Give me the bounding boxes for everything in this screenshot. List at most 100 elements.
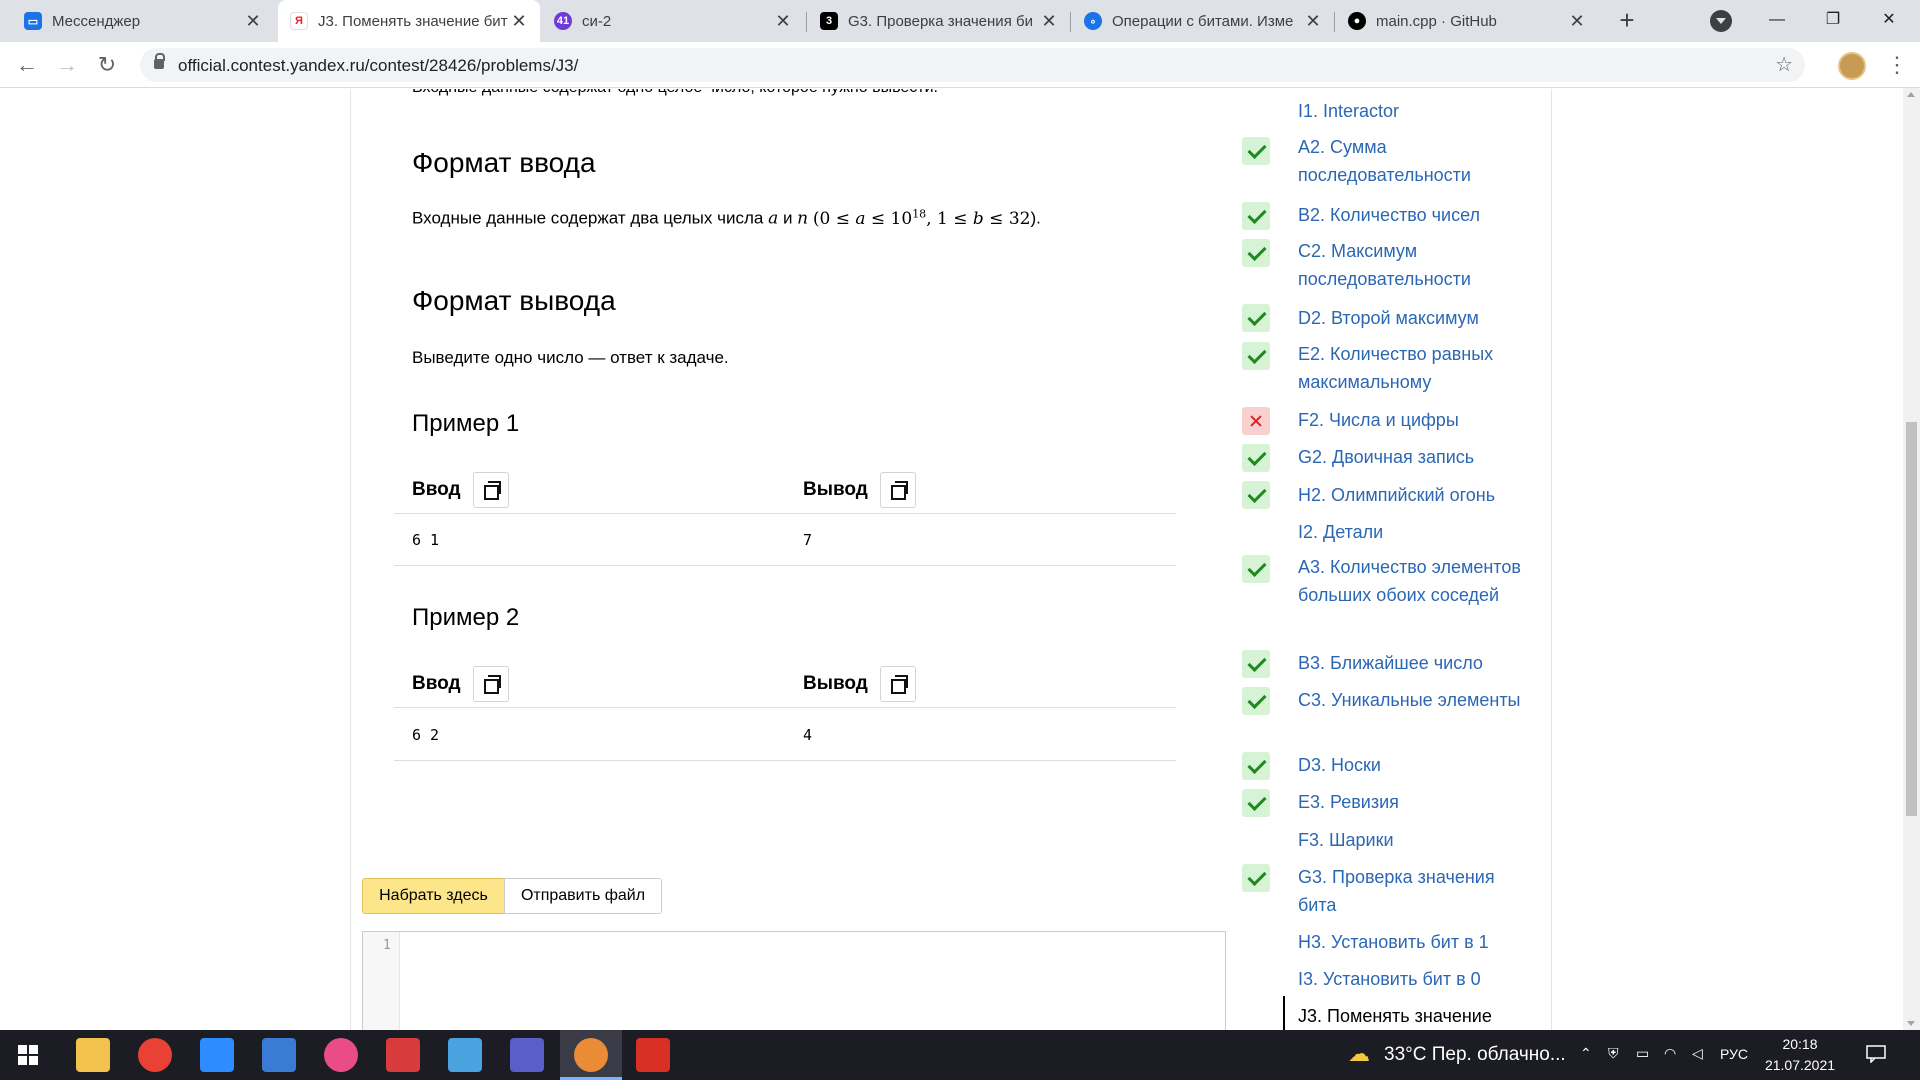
example-2-input-header: Ввод xyxy=(412,666,509,702)
example-2-output: 4 xyxy=(803,726,813,744)
example-1-input-header: Ввод xyxy=(412,472,509,508)
weather-icon[interactable]: ☁ xyxy=(1348,1041,1370,1067)
scroll-up-arrow-icon[interactable] xyxy=(1907,92,1915,97)
tray-chevron-icon[interactable]: ⌃ xyxy=(1580,1045,1592,1062)
volume-icon[interactable]: ◁ xyxy=(1692,1045,1703,1062)
address-bar[interactable]: official.contest.yandex.ru/contest/28426… xyxy=(140,48,1805,82)
photos-icon[interactable] xyxy=(448,1038,482,1072)
close-window-button[interactable]: ✕ xyxy=(1866,4,1912,36)
input-format-text: Входные данные содержат два целых числа … xyxy=(412,207,1041,229)
copy-icon[interactable] xyxy=(472,472,509,508)
accepted-check-icon xyxy=(1242,444,1270,472)
restore-window-button[interactable]: ❐ xyxy=(1810,4,1856,36)
forward-arrow-icon[interactable]: → xyxy=(52,50,82,80)
failed-cross-icon xyxy=(1242,407,1270,435)
profile-avatar[interactable] xyxy=(1838,52,1866,80)
statement-tail-text: Входные данные содержат одно целое число… xyxy=(412,89,938,97)
tab-separator xyxy=(1334,12,1335,32)
browser-toolbar: ← → ↻ official.contest.yandex.ru/contest… xyxy=(0,42,1920,88)
site-icon: ∘ xyxy=(1084,12,1102,30)
tab-separator xyxy=(806,12,807,32)
accepted-check-icon xyxy=(1242,650,1270,678)
accepted-check-icon xyxy=(1242,137,1270,165)
tab-messenger[interactable]: ▭ Мессенджер ✕ xyxy=(12,0,274,42)
tab-g3-check-bit[interactable]: 3 G3. Проверка значения би ✕ xyxy=(808,0,1070,42)
close-tab-icon[interactable]: ✕ xyxy=(774,11,792,32)
bookmark-star-icon[interactable]: ☆ xyxy=(1775,52,1793,77)
security-icon[interactable]: ⛨ xyxy=(1608,1045,1619,1062)
example-2-title: Пример 2 xyxy=(412,604,520,631)
app-grid-icon[interactable] xyxy=(636,1038,670,1072)
browser-menu-icon[interactable]: ⋮ xyxy=(1886,52,1908,80)
close-tab-icon[interactable]: ✕ xyxy=(1568,11,1586,32)
browser-tab-strip: ▭ Мессенджер ✕ Я J3. Поменять значение б… xyxy=(0,0,1920,42)
notification-badge-icon: 41 xyxy=(554,12,572,30)
language-indicator[interactable]: РУС xyxy=(1720,1046,1748,1062)
divider xyxy=(394,707,1176,708)
copy-icon[interactable] xyxy=(879,472,916,508)
close-tab-icon[interactable]: ✕ xyxy=(1304,11,1322,32)
accepted-check-icon xyxy=(1242,481,1270,509)
file-explorer-icon[interactable] xyxy=(76,1038,110,1072)
type-here-button[interactable]: Набрать здесь xyxy=(362,878,505,914)
mail-icon[interactable] xyxy=(386,1038,420,1072)
copy-icon[interactable] xyxy=(879,666,916,702)
itunes-icon[interactable] xyxy=(324,1038,358,1072)
example-2-input: 6 2 xyxy=(412,726,440,744)
close-tab-icon[interactable]: ✕ xyxy=(1040,11,1058,32)
output-format-text: Выведите одно число — ответ к задаче. xyxy=(412,348,729,367)
messenger-icon: ▭ xyxy=(24,12,42,30)
zoom-icon[interactable] xyxy=(200,1038,234,1072)
accepted-check-icon xyxy=(1242,687,1270,715)
send-file-button[interactable]: Отправить файл xyxy=(504,878,662,914)
tab-search-icon[interactable] xyxy=(1710,10,1732,32)
battery-icon[interactable]: ▭ xyxy=(1636,1045,1649,1062)
windows-start-icon[interactable] xyxy=(18,1045,38,1065)
example-1-title: Пример 1 xyxy=(412,410,520,437)
url-text[interactable]: official.contest.yandex.ru/contest/28426… xyxy=(178,56,578,76)
accepted-check-icon xyxy=(1242,342,1270,370)
minimize-window-button[interactable]: — xyxy=(1754,4,1800,36)
content-border-right xyxy=(1551,89,1552,1030)
notifications-icon[interactable] xyxy=(1866,1045,1886,1063)
tab-current-problem[interactable]: Я J3. Поменять значение бит ✕ xyxy=(278,0,540,42)
new-tab-button[interactable]: + xyxy=(1612,6,1642,36)
constraint-formula: (0 ≤ a ≤ 1018, 1 ≤ b ≤ 32 xyxy=(812,207,1031,229)
line-number: 1 xyxy=(383,938,391,953)
system-clock[interactable]: 20:18 21.07.2021 xyxy=(1760,1034,1840,1076)
reload-icon[interactable]: ↻ xyxy=(92,50,122,80)
chrome-profile-icon[interactable] xyxy=(574,1038,608,1072)
example-1-input: 6 1 xyxy=(412,531,440,549)
calculator-icon[interactable] xyxy=(262,1038,296,1072)
scrollbar-thumb[interactable] xyxy=(1906,422,1917,816)
scroll-down-arrow-icon[interactable] xyxy=(1907,1021,1915,1026)
accepted-check-icon xyxy=(1242,239,1270,267)
lock-icon[interactable] xyxy=(154,53,165,69)
divider xyxy=(394,760,1176,761)
accepted-check-icon xyxy=(1242,789,1270,817)
wifi-icon[interactable]: ◠ xyxy=(1664,1045,1676,1062)
yandex-icon: Я xyxy=(290,12,308,30)
page-scrollbar[interactable] xyxy=(1903,88,1920,1030)
example-2-output-header: Вывод xyxy=(803,666,916,702)
taskbar-active-app[interactable] xyxy=(560,1030,622,1080)
tab-github-main-cpp[interactable]: ● main.cpp · GitHub ✕ xyxy=(1336,0,1598,42)
accepted-check-icon xyxy=(1242,555,1270,583)
input-format-heading: Формат ввода xyxy=(412,147,596,178)
code-editor[interactable]: 1 xyxy=(362,931,1226,1030)
close-tab-icon[interactable]: ✕ xyxy=(244,11,262,32)
content-border-left xyxy=(350,89,351,1030)
chrome-icon[interactable] xyxy=(138,1038,172,1072)
example-1-output-header: Вывод xyxy=(803,472,916,508)
copy-icon[interactable] xyxy=(472,666,509,702)
tab-bit-operations[interactable]: ∘ Операции с битами. Изме ✕ xyxy=(1072,0,1334,42)
accepted-check-icon xyxy=(1242,864,1270,892)
codeforces-icon: 3 xyxy=(820,12,838,30)
presentation-icon[interactable] xyxy=(510,1038,544,1072)
tab-si-2[interactable]: 41 си-2 ✕ xyxy=(542,0,804,42)
close-tab-icon[interactable]: ✕ xyxy=(510,11,528,32)
output-format-heading: Формат вывода xyxy=(412,285,616,316)
divider xyxy=(394,513,1176,514)
back-arrow-icon[interactable]: ← xyxy=(12,50,42,80)
weather-text[interactable]: 33°C Пер. облачно... xyxy=(1384,1044,1566,1066)
